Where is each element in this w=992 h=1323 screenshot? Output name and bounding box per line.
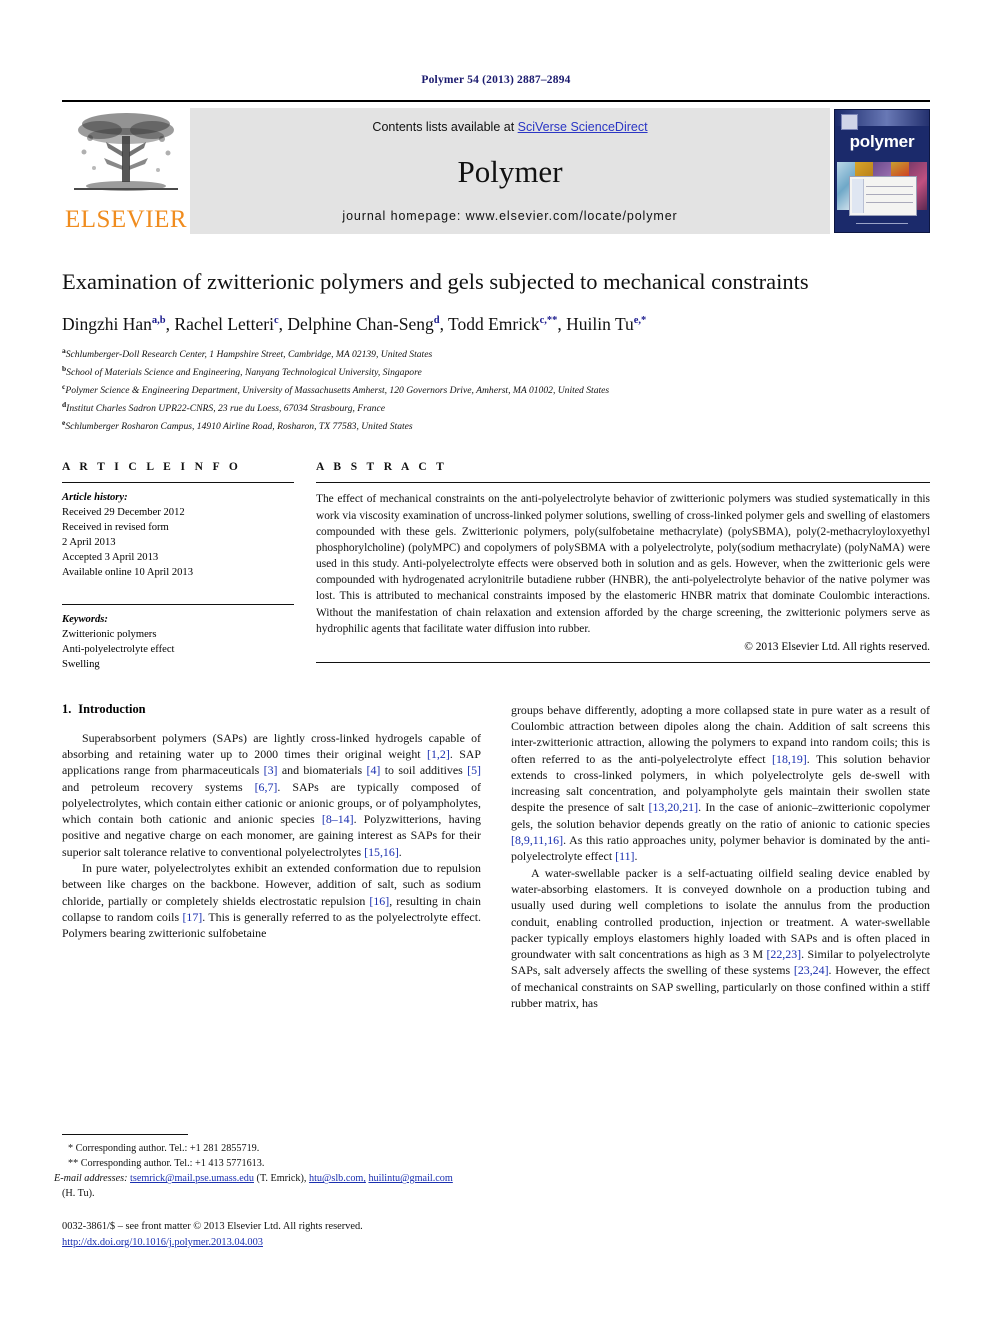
keyword-item: Swelling — [62, 658, 100, 670]
email-owner: (T. Emrick), — [256, 1173, 307, 1185]
paragraph: groups behave differently, adopting a mo… — [511, 702, 931, 864]
corresponding-author-note: ** Corresponding author. Tel.: +1 413 57… — [68, 1158, 265, 1170]
article-history-label: Article history: — [62, 492, 128, 504]
elsevier-logo: ELSEVIER — [62, 108, 190, 234]
footnote-block: * Corresponding author. Tel.: +1 281 285… — [54, 1134, 466, 1251]
section-number: 1. — [62, 701, 72, 716]
paper-title: Examination of zwitterionic polymers and… — [62, 269, 809, 294]
history-line: Available online 10 April 2013 — [62, 567, 194, 579]
footnote-divider — [62, 1134, 188, 1135]
history-line: Accepted 3 April 2013 — [62, 552, 159, 564]
doi-link[interactable]: http://dx.doi.org/10.1016/j.polymer.2013… — [62, 1237, 263, 1248]
journal-title: Polymer — [457, 154, 563, 189]
affiliation-list: aSchlumberger-Doll Research Center, 1 Ha… — [62, 345, 930, 435]
affiliation-text: School of Materials Science and Engineer… — [66, 367, 422, 379]
affiliation-item: dInstitut Charles Sadron UPR22-CNRS, 23 … — [62, 399, 930, 417]
affiliation-item: aSchlumberger-Doll Research Center, 1 Ha… — [62, 345, 930, 363]
paragraph: In pure water, polyelectrolytes exhibit … — [62, 861, 481, 941]
paragraph: Superabsorbent polymers (SAPs) are light… — [62, 730, 482, 859]
email-owner: (H. Tu). — [62, 1188, 95, 1200]
affiliation-item: bSchool of Materials Science and Enginee… — [62, 363, 930, 381]
journal-masthead: ELSEVIER Contents lists available at Sci… — [62, 100, 930, 234]
journal-article-page: Polymer 54 (2013) 2887–2894 ELSEVIER Con… — [0, 0, 992, 1323]
keyword-item: Zwitterionic polymers — [62, 628, 157, 640]
abstract-column: A B S T R A C T The effect of mechanical… — [316, 461, 930, 671]
section-heading-introduction: 1. Introduction — [62, 702, 481, 717]
cover-inset-figure — [849, 176, 917, 216]
email-addresses-note: E-mail addresses: tsemrick@mail.pse.umas… — [54, 1171, 466, 1201]
history-line: 2 April 2013 — [62, 537, 116, 549]
paragraph: A water-swellable packer is a self-actua… — [511, 865, 930, 1010]
cover-inset-line — [866, 202, 913, 203]
cover-inset-sidebar — [852, 179, 864, 213]
affiliation-text: Polymer Science & Engineering Department… — [65, 385, 610, 397]
cover-publisher-badge-icon — [841, 114, 858, 130]
affiliation-item: eSchlumberger Rosharon Campus, 14910 Air… — [62, 417, 930, 435]
email-link-tu-slb[interactable]: htu@slb.com, — [309, 1173, 366, 1184]
cover-artwork: polymer — [834, 109, 930, 233]
affiliation-item: cPolymer Science & Engineering Departmen… — [62, 381, 930, 399]
body-column-right: groups behave differently, adopting a mo… — [511, 702, 930, 1012]
info-abstract-section: A R T I C L E I N F O Article history: R… — [62, 461, 930, 671]
front-matter-line: 0032-3861/$ – see front matter © 2013 El… — [62, 1221, 363, 1233]
history-line: Received 29 December 2012 — [62, 507, 185, 519]
elsevier-tree-icon — [70, 108, 182, 200]
divider — [316, 662, 930, 664]
email-link-tu-gmail[interactable]: huilintu@gmail.com — [368, 1173, 452, 1184]
email-label: E-mail addresses: — [54, 1173, 128, 1185]
title-block: Examination of zwitterionic polymers and… — [62, 268, 930, 435]
cover-inset-line — [866, 194, 913, 195]
sciencedirect-link[interactable]: SciVerse ScienceDirect — [518, 120, 648, 134]
article-info-heading: A R T I C L E I N F O — [62, 461, 242, 474]
article-info-column: A R T I C L E I N F O Article history: R… — [62, 461, 294, 671]
keywords-group: Keywords: Zwitterionic polymers Anti-pol… — [62, 597, 294, 672]
cover-footer-text — [835, 223, 929, 227]
affiliation-text: Institut Charles Sadron UPR22-CNRS, 23 r… — [66, 403, 385, 415]
affiliation-text: Schlumberger Rosharon Campus, 14910 Airl… — [65, 421, 413, 433]
corresponding-author-note: * Corresponding author. Tel.: +1 281 285… — [68, 1143, 260, 1154]
cover-journal-name: polymer — [849, 132, 915, 151]
running-head: Polymer 54 (2013) 2887–2894 — [421, 74, 571, 86]
article-history-group: Article history: Received 29 December 20… — [62, 483, 294, 580]
abstract-heading: A B S T R A C T — [316, 461, 448, 474]
body-columns: 1. Introduction Superabsorbent polymers (… — [62, 702, 930, 1012]
journal-cover-thumbnail: polymer — [830, 108, 930, 234]
affiliation-text: Schlumberger-Doll Research Center, 1 Ham… — [65, 349, 433, 361]
divider — [62, 603, 294, 605]
cover-inset-line — [866, 186, 913, 187]
history-line: Received in revised form — [62, 522, 169, 534]
masthead-center-band: Contents lists available at SciVerse Sci… — [190, 108, 830, 234]
abstract-copyright: © 2013 Elsevier Ltd. All rights reserved… — [744, 641, 930, 654]
contents-lists-line: Contents lists available at SciVerse Sci… — [372, 120, 647, 134]
keyword-item: Anti-polyelectrolyte effect — [62, 643, 175, 655]
imprint-block: 0032-3861/$ – see front matter © 2013 El… — [62, 1219, 466, 1250]
keywords-label: Keywords: — [62, 613, 108, 625]
elsevier-wordmark: ELSEVIER — [64, 206, 188, 233]
abstract-text: The effect of mechanical constraints on … — [316, 493, 930, 635]
body-column-left: 1. Introduction Superabsorbent polymers (… — [62, 702, 481, 1012]
contents-lists-prefix: Contents lists available at — [372, 120, 518, 134]
email-link-emrick[interactable]: tsemrick@mail.pse.umass.edu — [130, 1173, 254, 1184]
section-title-text: Introduction — [78, 701, 146, 716]
journal-homepage-line[interactable]: journal homepage: www.elsevier.com/locat… — [342, 209, 677, 223]
author-list: Dingzhi Hana,b, Rachel Letteric, Delphin… — [62, 314, 647, 335]
